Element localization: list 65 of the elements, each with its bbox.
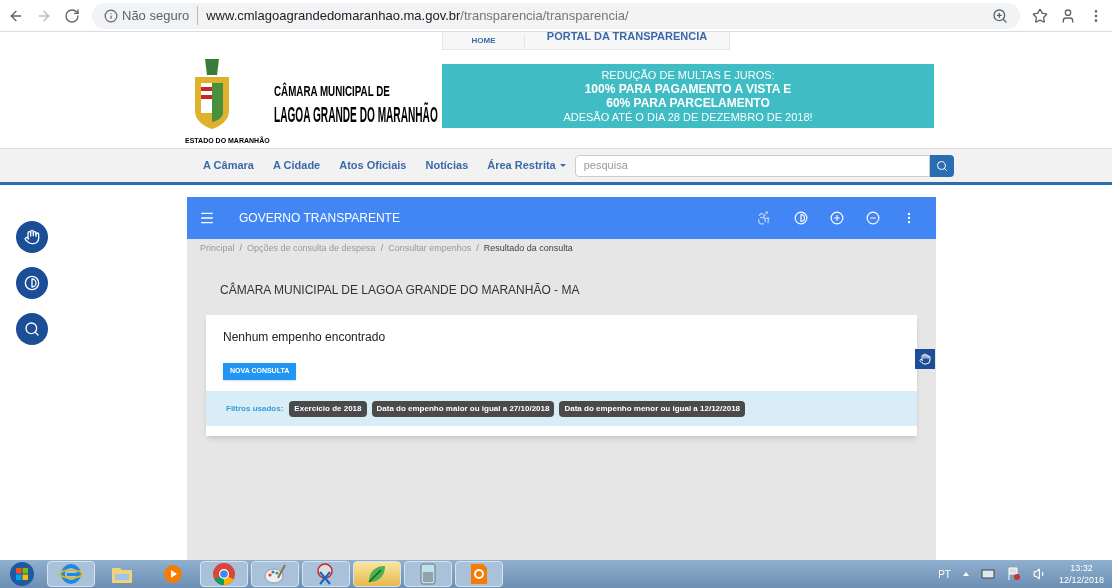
banner-text: 100% PARA PAGAMENTO A VISTA E — [584, 82, 792, 96]
contrast-icon — [24, 275, 40, 291]
taskbar-app-button[interactable] — [200, 561, 248, 587]
bookmark-star-icon[interactable] — [1032, 7, 1048, 24]
search-input[interactable]: pesquisa — [583, 157, 921, 174]
banner-text: REDUÇÃO DE MULTAS E JUROS: — [601, 68, 775, 82]
logo-subtitle: CÂMARA MUNICIPAL DE — [273, 83, 390, 101]
home-link[interactable]: HOME — [443, 34, 525, 47]
address-bar[interactable]: Não seguro www.cmlagoagrandedomaranhao.ma.gov.br/transparencia/transparencia/ — [92, 2, 1020, 29]
nav-link[interactable]: Atos Oficiais — [339, 157, 407, 174]
search-button[interactable] — [16, 313, 48, 345]
taskbar-app-button[interactable] — [353, 561, 401, 587]
search-icon — [935, 159, 948, 172]
hand-icon — [919, 353, 931, 365]
zoom-out-icon[interactable] — [866, 211, 880, 225]
contrast-button[interactable] — [16, 267, 48, 299]
play-icon — [161, 562, 185, 586]
taskbar-app-button[interactable] — [251, 561, 299, 587]
sign-language-button[interactable] — [16, 221, 48, 253]
search-button[interactable] — [929, 154, 954, 177]
reload-icon[interactable] — [64, 7, 80, 24]
banner-text: 60% PARA PARCELAMENTO — [606, 96, 770, 110]
palette-icon — [263, 562, 287, 586]
panel-title: GOVERNO TRANSPARENTE — [239, 210, 400, 227]
circle-logo-icon — [212, 562, 236, 586]
search-icon — [24, 321, 40, 337]
empty-message: Nenhum empenho encontrado — [223, 329, 387, 346]
breadcrumb-separator: / — [476, 242, 479, 256]
url-text: www.cmlagoagrandedomaranhao.ma.gov.br/transparencia/transparencia/ — [197, 5, 629, 26]
taskbar-app-button[interactable] — [47, 561, 95, 587]
tray-expand-icon[interactable] — [962, 572, 969, 576]
page-heading: CÂMARA MUNICIPAL DE LAGOA GRANDE DO MARANHÃO - MA — [220, 281, 581, 299]
current-page-label: Resultado da consulta — [483, 242, 573, 256]
breadcrumb-separator: / — [239, 242, 243, 256]
contrast-icon[interactable] — [794, 211, 808, 225]
profile-icon[interactable] — [1060, 7, 1076, 24]
zoom-icon[interactable] — [992, 7, 1008, 24]
breadcrumb-separator: / — [380, 242, 384, 256]
sign-language-button[interactable] — [915, 349, 935, 369]
clock-time: 13:32 — [1070, 562, 1093, 574]
taskbar-app-button[interactable] — [455, 561, 503, 587]
info-icon — [104, 8, 118, 23]
transparency-portal-link[interactable]: PORTAL DA TRANSPARENCIA — [525, 32, 729, 45]
filter-tag: Exercício de 2018 — [289, 400, 367, 417]
search-field[interactable]: pesquisa — [574, 154, 930, 177]
zoom-in-icon[interactable] — [830, 211, 844, 225]
nav-link[interactable]: Notícias — [425, 157, 469, 174]
clock-date: 12/12/2018 — [1058, 574, 1104, 586]
hand-icon — [24, 229, 40, 245]
logo-title: LAGOA GRANDE DO MARANHÃO — [273, 100, 438, 128]
accessibility-icon[interactable] — [756, 210, 772, 226]
security-label: Não seguro — [122, 6, 190, 25]
banner-text: ADESÃO ATÉ O DIA 28 DE DEZEMBRO DE 2018! — [563, 110, 813, 124]
start-orb-icon — [9, 561, 35, 587]
taskbar-app-button[interactable] — [404, 561, 452, 587]
nav-link[interactable]: A Cidade — [272, 157, 321, 174]
flag-icon[interactable] — [1006, 567, 1021, 581]
menu-icon[interactable] — [199, 210, 215, 226]
language-indicator[interactable]: PT — [938, 566, 951, 582]
filters-label: Filtros usados: — [226, 402, 284, 415]
filter-tag: Data do empenho menor ou igual a 12/12/2018 — [559, 400, 746, 417]
filter-tag: Data do empenho maior ou igual a 27/10/2018 — [371, 400, 555, 417]
taskbar-app-button[interactable] — [302, 561, 350, 587]
nav-link[interactable]: A Câmara — [203, 157, 254, 174]
nav-link[interactable]: Área Restrita — [487, 157, 566, 174]
